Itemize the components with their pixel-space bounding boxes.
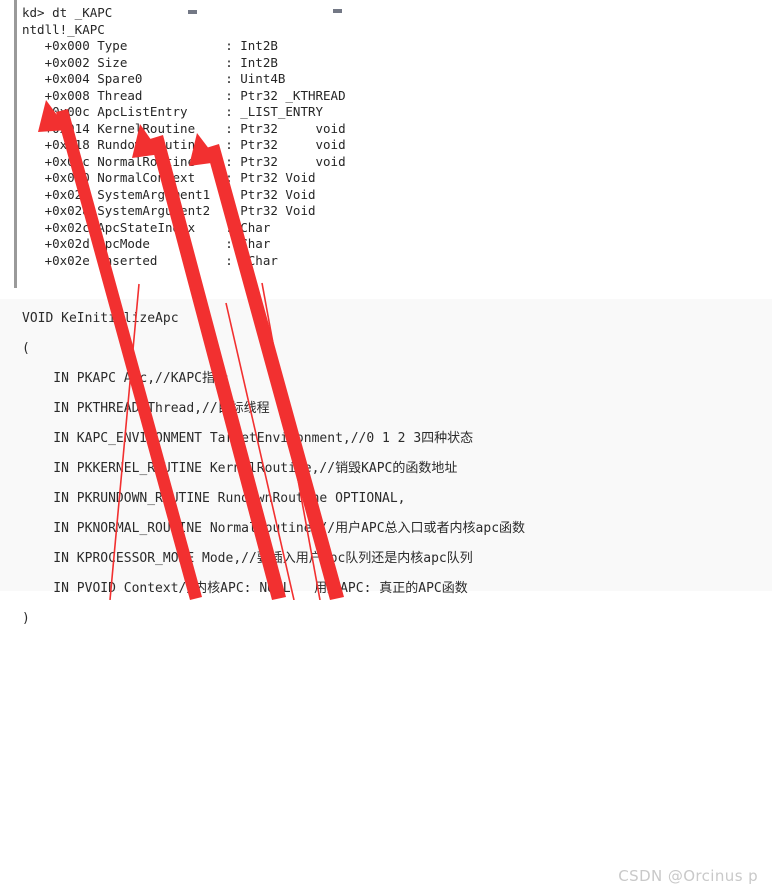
quote-gutter-bar <box>14 0 17 288</box>
dbg-line-8: +0x018 RundownRoutine : Ptr32 void <box>22 137 346 152</box>
debugger-output-block: kd> dt _KAPC ntdll!_KAPC +0x000 Type : In… <box>0 0 772 290</box>
code-line-param-mode: IN KPROCESSOR_MODE Mode,//要插入用户apc队列还是内核… <box>22 551 473 566</box>
dbg-line-7: +0x014 KernelRoutine : Ptr32 void <box>22 120 346 136</box>
dbg-line-0: kd> dt _KAPC <box>22 5 113 20</box>
dbg-line-3: +0x002 Size : Int2B <box>22 54 278 70</box>
dbg-line-1: ntdll!_KAPC <box>22 21 105 37</box>
dbg-line-9: +0x01c NormalRoutine : Ptr32 void <box>22 153 346 169</box>
code-line-param-thread: IN PKTHREAD Thread,//目标线程 <box>22 401 270 416</box>
code-line-signature: VOID KeInitializeApc <box>22 311 179 326</box>
dbg-line-5: +0x008 Thread : Ptr32 _KTHREAD <box>22 87 346 103</box>
code-line-close-paren: ) <box>22 611 30 626</box>
dbg-line-11: +0x024 SystemArgument1 : Ptr32 Void <box>22 186 316 202</box>
dbg-line-10: +0x020 NormalContext : Ptr32 Void <box>22 170 316 185</box>
code-line-param-normalroutine: IN PKNORMAL_ROUTINE NormalRoutine,//用户AP… <box>22 521 526 536</box>
code-line-param-rundownroutine: IN PKRUNDOWN_ROUTINE RundownRoutine OPTI… <box>22 491 406 506</box>
csdn-watermark: CSDN @Orcinus p <box>618 867 758 885</box>
code-listing-text: VOID KeInitializeApc ( IN PKAPC Apc,//KAP… <box>22 304 525 634</box>
dbg-line-2: +0x000 Type : Int2B <box>22 38 278 53</box>
code-line-open-paren: ( <box>22 341 30 356</box>
code-line-param-kernelroutine: IN PKKERNEL_ROUTINE KernelRoutine,//销毁KA… <box>22 461 458 476</box>
dbg-line-4: +0x004 Spare0 : Uint4B <box>22 71 286 86</box>
dbg-line-6: +0x00c ApcListEntry : _LIST_ENTRY <box>22 104 324 119</box>
code-line-param-targetenvironment: IN KAPC_ENVIRONMENT TargetEnvironment,//… <box>22 431 474 446</box>
dbg-line-15: +0x02e Inserted : UChar <box>22 252 278 268</box>
debugger-output-text: kd> dt _KAPC ntdll!_KAPC +0x000 Type : In… <box>22 5 346 269</box>
dbg-line-13: +0x02c ApcStateIndex : Char <box>22 219 271 235</box>
code-listing-block: VOID KeInitializeApc ( IN PKAPC Apc,//KAP… <box>0 299 772 885</box>
dbg-line-12: +0x028 SystemArgument2 : Ptr32 Void <box>22 203 316 218</box>
code-line-param-apc: IN PKAPC Apc,//KAPC指针 <box>22 371 229 386</box>
dbg-line-14: +0x02d ApcMode : Char <box>22 236 271 251</box>
